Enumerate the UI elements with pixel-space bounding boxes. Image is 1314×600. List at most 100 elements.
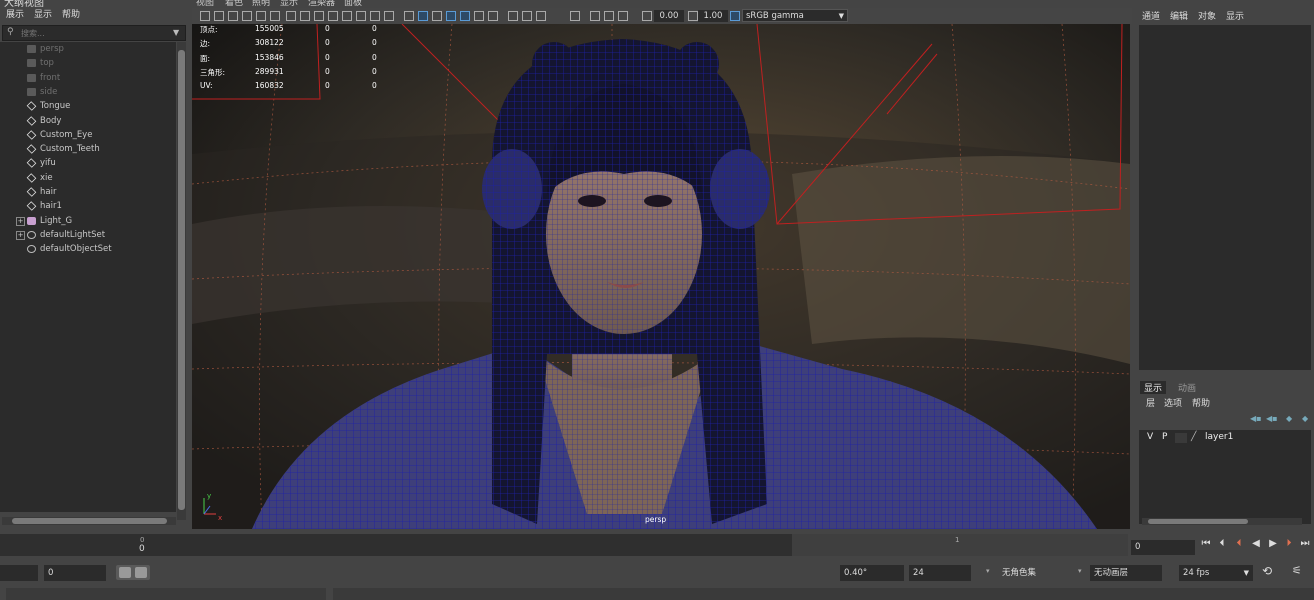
expand-toggle-icon[interactable]: +: [16, 230, 25, 240]
layer-color-swatch[interactable]: [1175, 433, 1187, 443]
ambient-occlusion-icon[interactable]: [508, 11, 518, 21]
default-material-icon[interactable]: [432, 11, 442, 21]
motion-blur-icon[interactable]: [522, 11, 532, 21]
playback-start-field[interactable]: 0: [44, 565, 106, 581]
character-set-dropdown[interactable]: 无角色集: [998, 565, 1070, 581]
sound-icon[interactable]: ⚟: [1292, 564, 1302, 577]
outliner-vertical-scrollbar[interactable]: [177, 42, 186, 520]
outliner-item[interactable]: yifu: [0, 156, 176, 170]
outliner-menu-show[interactable]: 显示: [34, 7, 52, 20]
layer-visibility-toggle[interactable]: V: [1147, 432, 1153, 442]
viewport-menu-show[interactable]: 显示: [280, 0, 298, 8]
isolate-select-icon[interactable]: [570, 11, 580, 21]
anim-layer-icon[interactable]: ▾: [1078, 567, 1082, 575]
view-transform-dropdown[interactable]: sRGB gamma ▼: [742, 9, 848, 22]
tab-display-layers[interactable]: 显示: [1140, 381, 1167, 394]
layer-playback-toggle[interactable]: P: [1162, 432, 1167, 442]
film-gate-icon[interactable]: [300, 11, 310, 21]
outliner-item[interactable]: Custom_Eye: [0, 128, 176, 142]
chevron-down-icon[interactable]: ▼: [173, 26, 179, 40]
angle-field[interactable]: 0.40°: [840, 565, 904, 581]
outliner-item[interactable]: hair1: [0, 199, 176, 213]
channel-menu-edit[interactable]: 编辑: [1170, 9, 1188, 22]
loop-icon[interactable]: ⟲: [1262, 564, 1272, 578]
outliner-item[interactable]: front: [0, 71, 176, 85]
lights-icon[interactable]: [474, 11, 484, 21]
channel-menu-show[interactable]: 显示: [1226, 9, 1244, 22]
go-to-end-icon[interactable]: ⏭: [1299, 538, 1311, 550]
wireframe-on-shaded-icon[interactable]: [446, 11, 456, 21]
move-layer-up-icon[interactable]: ◀▪: [1250, 414, 1262, 423]
outliner-item[interactable]: Body: [0, 114, 176, 128]
field-chart-icon[interactable]: [342, 11, 352, 21]
frame-all-icon[interactable]: [384, 11, 394, 21]
layer-menu-layers[interactable]: 层: [1146, 396, 1155, 409]
gamma-icon[interactable]: [688, 11, 698, 21]
fps-dropdown[interactable]: 24 fps ▼: [1179, 565, 1253, 581]
new-layer-icon[interactable]: ◆: [1286, 414, 1292, 423]
viewport-menu-renderer[interactable]: 渲染器: [308, 0, 335, 8]
image-plane-icon[interactable]: [242, 11, 252, 21]
playback-end-field[interactable]: 24: [909, 565, 971, 581]
viewport-menu-shading[interactable]: 着色: [225, 0, 243, 8]
move-layer-down-icon[interactable]: ◀▪: [1266, 414, 1278, 423]
channel-menu-object[interactable]: 对象: [1198, 9, 1216, 22]
layer-menu-options[interactable]: 选项: [1164, 396, 1182, 409]
bookmark-icon[interactable]: [228, 11, 238, 21]
xray-components-icon[interactable]: [618, 11, 628, 21]
layer-menu-help[interactable]: 帮助: [1192, 396, 1210, 409]
go-to-start-icon[interactable]: ⏮: [1200, 538, 1212, 550]
exposure-icon[interactable]: [642, 11, 652, 21]
outliner-item[interactable]: + defaultLightSet: [0, 228, 176, 242]
step-back-frame-icon[interactable]: ⏴: [1216, 538, 1228, 550]
outliner-item[interactable]: side: [0, 85, 176, 99]
two-d-pan-icon[interactable]: [270, 11, 280, 21]
xray-joints-icon[interactable]: [604, 11, 614, 21]
outliner-item[interactable]: Tongue: [0, 99, 176, 113]
step-forward-key-icon[interactable]: ⏵: [1283, 538, 1295, 550]
color-management-icon[interactable]: [730, 11, 740, 21]
viewport-menu-lighting[interactable]: 照明: [252, 0, 270, 8]
outliner-menu-help[interactable]: 帮助: [62, 7, 80, 20]
select-camera-icon[interactable]: [200, 11, 210, 21]
range-handle-left[interactable]: [119, 567, 131, 578]
outliner-horizontal-scrollbar[interactable]: [2, 517, 176, 525]
outliner-search-input[interactable]: [21, 26, 171, 40]
range-slider-handle[interactable]: [116, 565, 150, 580]
outliner-vertical-scroll-thumb[interactable]: [178, 50, 185, 510]
outliner-item[interactable]: Custom_Teeth: [0, 142, 176, 156]
channel-menu-channels[interactable]: 通道: [1142, 9, 1160, 22]
smooth-shade-icon[interactable]: [418, 11, 428, 21]
textured-icon[interactable]: [460, 11, 470, 21]
play-forwards-icon[interactable]: ▶: [1267, 538, 1279, 550]
play-backwards-icon[interactable]: ◀: [1250, 538, 1262, 550]
expand-toggle-icon[interactable]: +: [16, 216, 25, 226]
camera-attributes-icon[interactable]: [214, 11, 224, 21]
range-handle-right[interactable]: [135, 567, 147, 578]
outliner-item[interactable]: top: [0, 56, 176, 70]
outliner-item[interactable]: xie: [0, 171, 176, 185]
animation-start-field[interactable]: [0, 565, 38, 581]
layer-row[interactable]: V P ╱ layer1: [1139, 432, 1311, 445]
command-line-input[interactable]: [6, 588, 326, 600]
anti-aliasing-icon[interactable]: [536, 11, 546, 21]
outliner-item[interactable]: + Light_G: [0, 214, 176, 228]
new-layer-selected-icon[interactable]: ◆: [1302, 414, 1308, 423]
safe-title-icon[interactable]: [370, 11, 380, 21]
character-set-icon[interactable]: ▾: [986, 567, 990, 575]
xray-icon[interactable]: [590, 11, 600, 21]
viewport-menu-panels[interactable]: 面板: [344, 0, 362, 8]
layer-scroll-thumb[interactable]: [1148, 519, 1248, 524]
wireframe-icon[interactable]: [404, 11, 414, 21]
layer-name[interactable]: layer1: [1205, 432, 1233, 442]
safe-action-icon[interactable]: [356, 11, 366, 21]
outliner-item[interactable]: hair: [0, 185, 176, 199]
viewport-menu-view[interactable]: 视图: [196, 0, 214, 8]
step-back-key-icon[interactable]: ⏴: [1233, 538, 1245, 550]
gate-mask-icon[interactable]: [328, 11, 338, 21]
outliner-horizontal-scroll-thumb[interactable]: [12, 518, 167, 524]
outliner-menu-display[interactable]: 展示: [6, 7, 24, 20]
exposure-field[interactable]: 0.00: [654, 10, 684, 22]
shadows-icon[interactable]: [488, 11, 498, 21]
tab-anim-layers[interactable]: 动画: [1178, 381, 1196, 394]
